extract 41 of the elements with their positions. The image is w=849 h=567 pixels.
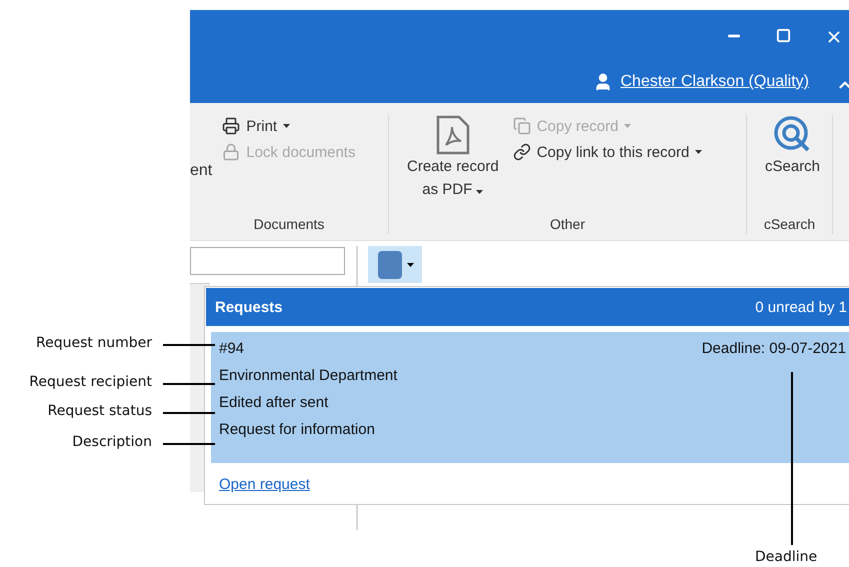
open-request-link[interactable]: Open request — [219, 476, 849, 493]
request-card[interactable]: #94 Deadline: 09-07-2021 Environmental Department Edited after sent Request for information — [211, 332, 849, 463]
caret-icon — [406, 262, 414, 266]
callout-label: Request recipient — [29, 374, 152, 390]
pdf-icon — [436, 115, 470, 155]
callout-label: Request number — [36, 335, 152, 351]
request-description: Request for information — [219, 421, 376, 438]
unread-count: 0 unread by 1 — [755, 298, 847, 316]
group-label: Other — [548, 216, 586, 234]
leader-line — [163, 344, 215, 346]
request-number: #94 — [219, 340, 244, 357]
leader-line — [163, 443, 215, 445]
request-recipient: Environmental Department — [219, 367, 398, 384]
leader-line — [163, 412, 215, 414]
maximize-icon[interactable] — [776, 28, 791, 43]
callout-label: Description — [72, 434, 152, 450]
link-icon — [512, 143, 531, 161]
leader-line — [163, 383, 215, 385]
popup-title: Requests — [215, 298, 283, 316]
copy-icon — [512, 117, 531, 135]
caret-icon — [695, 150, 702, 154]
copy-link-button[interactable]: Copy link to this record — [512, 143, 702, 161]
user-link[interactable]: Chester Clarkson (Quality) — [620, 73, 809, 91]
caret-icon — [624, 124, 632, 128]
lock-icon — [222, 143, 240, 161]
group-label: cSearch — [762, 216, 816, 234]
callout-label: Deadline — [755, 549, 818, 565]
request-deadline: Deadline: 09-07-2021 — [702, 340, 846, 357]
request-status: Edited after sent — [219, 394, 330, 411]
ribbon-label: ent — [190, 162, 212, 181]
input-field[interactable] — [190, 247, 345, 275]
group-label: Documents — [252, 216, 326, 234]
csearch-button[interactable]: cSearch — [761, 115, 824, 216]
create-pdf-button[interactable]: Create record as PDF — [403, 115, 503, 216]
print-button[interactable]: Print — [222, 117, 356, 135]
caret-icon — [283, 124, 290, 128]
book-dropdown-button[interactable] — [368, 246, 422, 283]
printer-icon — [222, 117, 240, 135]
book-icon — [376, 250, 402, 280]
caret-icon — [476, 190, 484, 194]
callout-label: Request status — [48, 403, 152, 419]
